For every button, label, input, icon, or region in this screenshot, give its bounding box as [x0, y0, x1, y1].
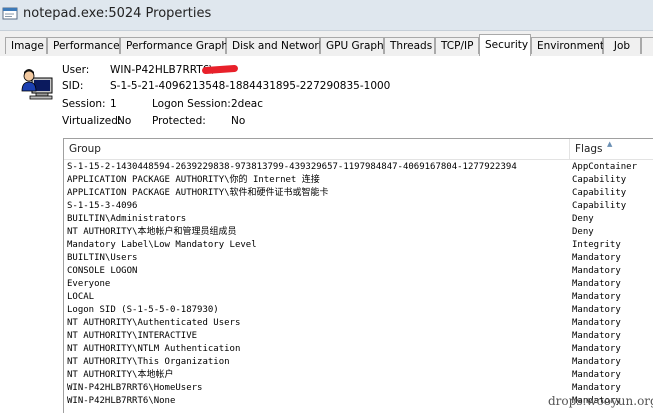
group-cell: BUILTIN\Administrators [67, 214, 187, 224]
flags-cell: Mandatory [572, 279, 621, 289]
group-cell: NT AUTHORITY\本地帐户 [67, 370, 174, 380]
table-row[interactable]: S-1-15-3-4096 Capability [64, 200, 653, 213]
title-bar: notepad.exe:5024 Properties [0, 0, 653, 31]
flags-cell: Deny [572, 214, 594, 224]
table-row[interactable]: CONSOLE LOGON Mandatory [64, 265, 653, 278]
flags-cell: Capability [572, 188, 627, 198]
tab-image[interactable]: Image [5, 37, 47, 54]
table-row[interactable]: NT AUTHORITY\本地帐户和管理员组成员 Deny [64, 226, 653, 239]
sort-ascending-icon: ▲ [607, 140, 613, 148]
group-cell: NT AUTHORITY\本地帐户和管理员组成员 [67, 227, 237, 237]
window-title: notepad.exe:5024 Properties [23, 6, 212, 21]
flags-cell: Mandatory [572, 318, 621, 328]
session-value: 1 [110, 98, 117, 110]
watermark: drops.wooyun.org [548, 394, 653, 408]
sid-value: S-1-5-21-4096213548-1884431895-227290835… [110, 80, 391, 92]
table-row[interactable]: NT AUTHORITY\INTERACTIVE Mandatory [64, 330, 653, 343]
table-row[interactable]: BUILTIN\Administrators Deny [64, 213, 653, 226]
tab-environment[interactable]: Environment [531, 37, 604, 54]
flags-cell: Mandatory [572, 344, 621, 354]
tab-tcp-ip[interactable]: TCP/IP [435, 37, 479, 54]
group-cell: LOCAL [67, 292, 95, 302]
table-header: Group Flags ▲ [64, 139, 653, 160]
tab-performance[interactable]: Performance [47, 37, 120, 54]
group-cell: Logon SID (S-1-5-5-0-187930) [67, 305, 219, 315]
tab-security[interactable]: Security [479, 34, 531, 56]
virtualized-label: Virtualized: [62, 115, 122, 127]
group-cell: Mandatory Label\Low Mandatory Level [67, 240, 257, 250]
table-row[interactable]: NT AUTHORITY\This Organization Mandatory [64, 356, 653, 369]
tab-job[interactable]: Job [603, 37, 641, 54]
flags-cell: Deny [572, 227, 594, 237]
column-header-group[interactable]: Group [64, 139, 569, 159]
flags-cell: Integrity [572, 240, 621, 250]
group-cell: APPLICATION PACKAGE AUTHORITY\你的 Interne… [67, 175, 320, 185]
table-row[interactable]: Logon SID (S-1-5-5-0-187930) Mandatory [64, 304, 653, 317]
logon-session-value: 2deac [231, 98, 264, 110]
group-cell: NT AUTHORITY\This Organization [67, 357, 230, 367]
group-cell: WIN-P42HLB7RRT6\HomeUsers [67, 383, 203, 393]
table-row[interactable]: BUILTIN\Users Mandatory [64, 252, 653, 265]
user-label: User: [62, 64, 90, 76]
tab-overflow[interactable] [641, 37, 653, 54]
group-cell: Everyone [67, 279, 111, 289]
tab-gpu-graph[interactable]: GPU Graph [320, 37, 384, 54]
sid-label: SID: [62, 80, 84, 92]
flags-cell: Mandatory [572, 305, 621, 315]
tab-strip: Image Performance Performance Graph Disk… [0, 34, 653, 57]
group-cell: S-1-15-3-4096 [67, 201, 138, 211]
session-label: Session: [62, 98, 106, 110]
group-cell: NT AUTHORITY\INTERACTIVE [67, 331, 198, 341]
table-row[interactable]: Everyone Mandatory [64, 278, 653, 291]
table-row[interactable]: NT AUTHORITY\Authenticated Users Mandator… [64, 317, 653, 330]
protected-value: No [231, 115, 246, 127]
flags-cell: Mandatory [572, 370, 621, 380]
flags-cell: Mandatory [572, 331, 621, 341]
flags-cell: Capability [572, 201, 627, 211]
table-row[interactable]: LOCAL Mandatory [64, 291, 653, 304]
virtualized-value: No [117, 115, 132, 127]
flags-cell: Capability [572, 175, 627, 185]
table-row[interactable]: APPLICATION PACKAGE AUTHORITY\软件和硬件证书或智能… [64, 187, 653, 200]
table-row[interactable]: NT AUTHORITY\本地帐户 Mandatory [64, 369, 653, 382]
table-row[interactable]: Mandatory Label\Low Mandatory Level Integ… [64, 239, 653, 252]
table-row[interactable]: NT AUTHORITY\NTLM Authentication Mandator… [64, 343, 653, 356]
group-cell: WIN-P42HLB7RRT6\None [67, 396, 176, 406]
tab-threads[interactable]: Threads [384, 37, 435, 54]
protected-label: Protected: [152, 115, 206, 127]
user-value: WIN-P42HLB7RRT6\ [110, 64, 213, 76]
group-cell: NT AUTHORITY\NTLM Authentication [67, 344, 241, 354]
flags-cell: Mandatory [572, 357, 621, 367]
tab-performance-graph[interactable]: Performance Graph [120, 37, 228, 54]
group-cell: APPLICATION PACKAGE AUTHORITY\软件和硬件证书或智能… [67, 188, 329, 198]
user-computer-icon [21, 69, 53, 100]
group-cell: NT AUTHORITY\Authenticated Users [67, 318, 241, 328]
flags-cell: AppContainer [572, 162, 638, 172]
group-cell: CONSOLE LOGON [67, 266, 138, 276]
flags-cell: Mandatory [572, 253, 621, 263]
process-icon [2, 7, 18, 20]
table-row[interactable]: S-1-15-2-1430448594-2639229838-973813799… [64, 161, 653, 174]
table-row[interactable]: APPLICATION PACKAGE AUTHORITY\你的 Interne… [64, 174, 653, 187]
flags-cell: Mandatory [572, 266, 621, 276]
logon-session-label: Logon Session: [152, 98, 231, 110]
groups-table[interactable]: Group Flags ▲ S-1-15-2-1430448594-263922… [63, 138, 653, 413]
group-cell: S-1-15-2-1430448594-2639229838-973813799… [67, 162, 517, 172]
flags-cell: Mandatory [572, 292, 621, 302]
group-cell: BUILTIN\Users [67, 253, 138, 263]
tab-disk-and-network[interactable]: Disk and Network [226, 37, 325, 54]
